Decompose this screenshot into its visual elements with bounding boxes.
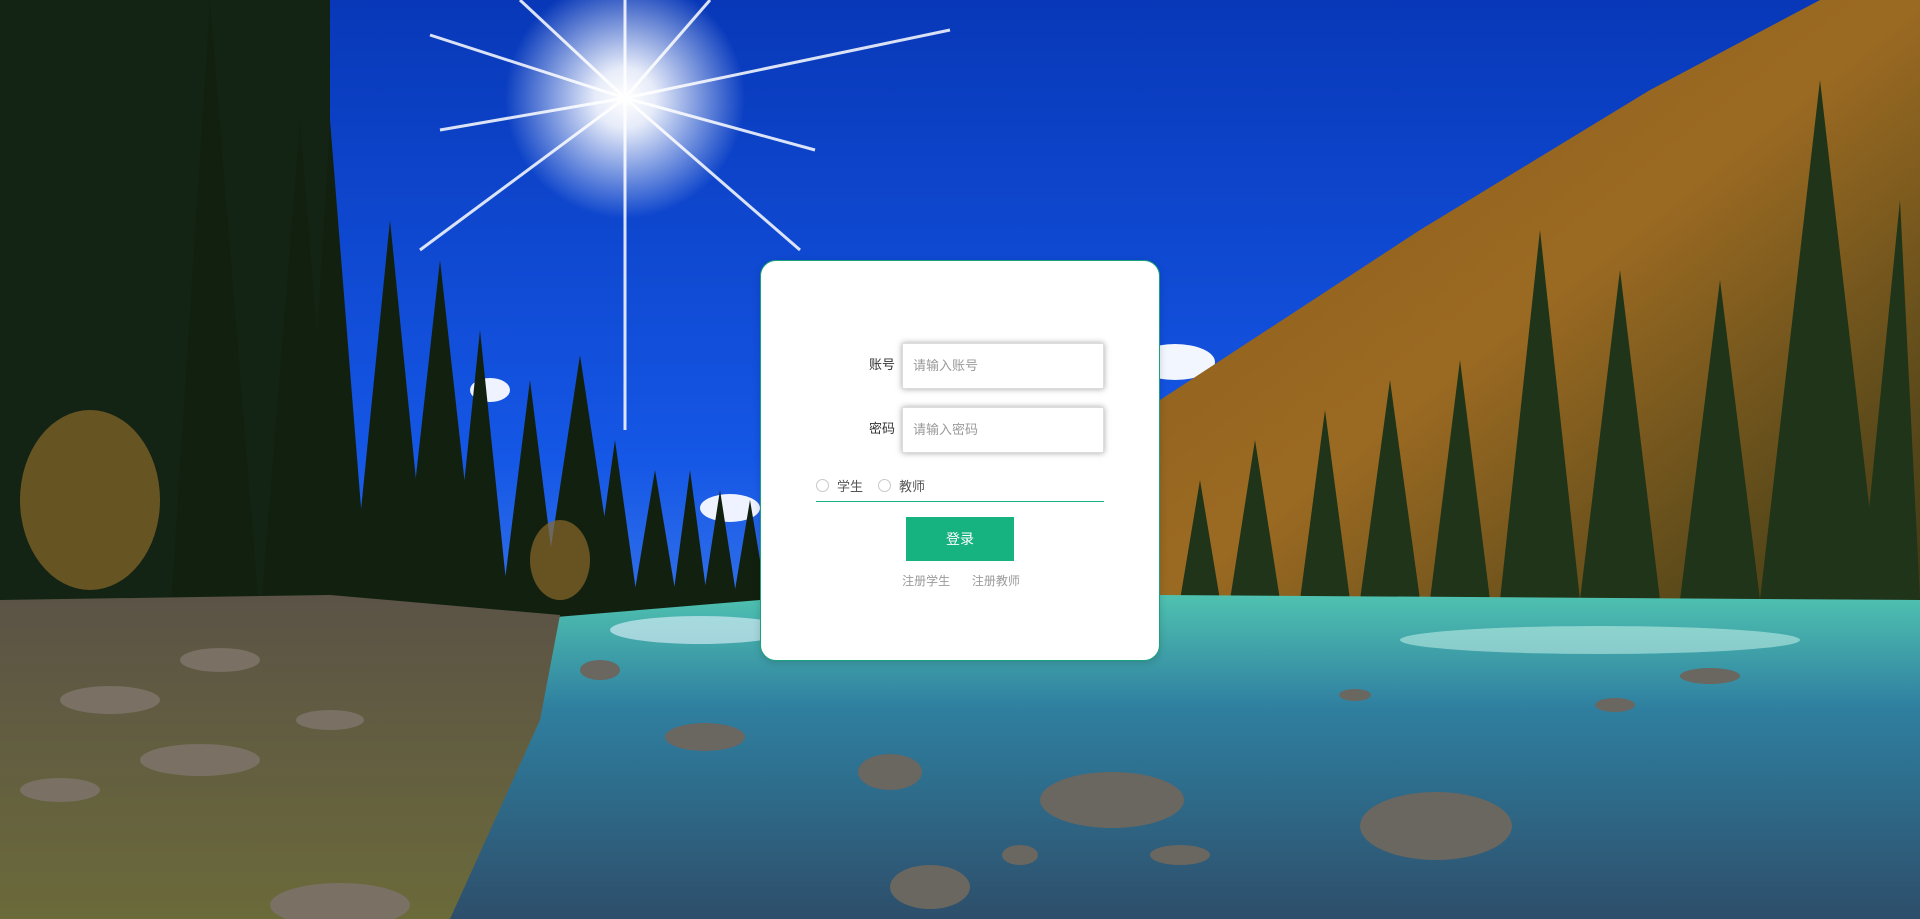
register-links: 注册学生 注册教师 <box>761 572 1161 589</box>
password-input[interactable] <box>902 407 1104 453</box>
account-label: 账号 <box>868 358 895 373</box>
register-student-link[interactable]: 注册学生 <box>902 574 950 588</box>
student-radio[interactable] <box>816 478 829 492</box>
account-input[interactable] <box>902 343 1104 389</box>
teacher-radio[interactable] <box>878 478 891 492</box>
teacher-role-label: 教师 <box>899 479 926 495</box>
account-row: 账号 <box>761 343 1161 389</box>
password-row: 密码 <box>761 407 1161 453</box>
login-card: 账号 密码 学生 教师 登录 注册学生 注册教师 <box>760 260 1160 661</box>
student-role-label: 学生 <box>837 479 864 495</box>
login-page: 账号 密码 学生 教师 登录 注册学生 注册教师 <box>0 0 1920 919</box>
password-label: 密码 <box>868 422 895 437</box>
role-student-option[interactable]: 学生 <box>816 475 863 495</box>
register-teacher-link[interactable]: 注册教师 <box>972 574 1020 588</box>
login-button[interactable]: 登录 <box>906 517 1014 561</box>
role-selector: 学生 教师 <box>816 471 1104 502</box>
role-teacher-option[interactable]: 教师 <box>878 475 925 495</box>
